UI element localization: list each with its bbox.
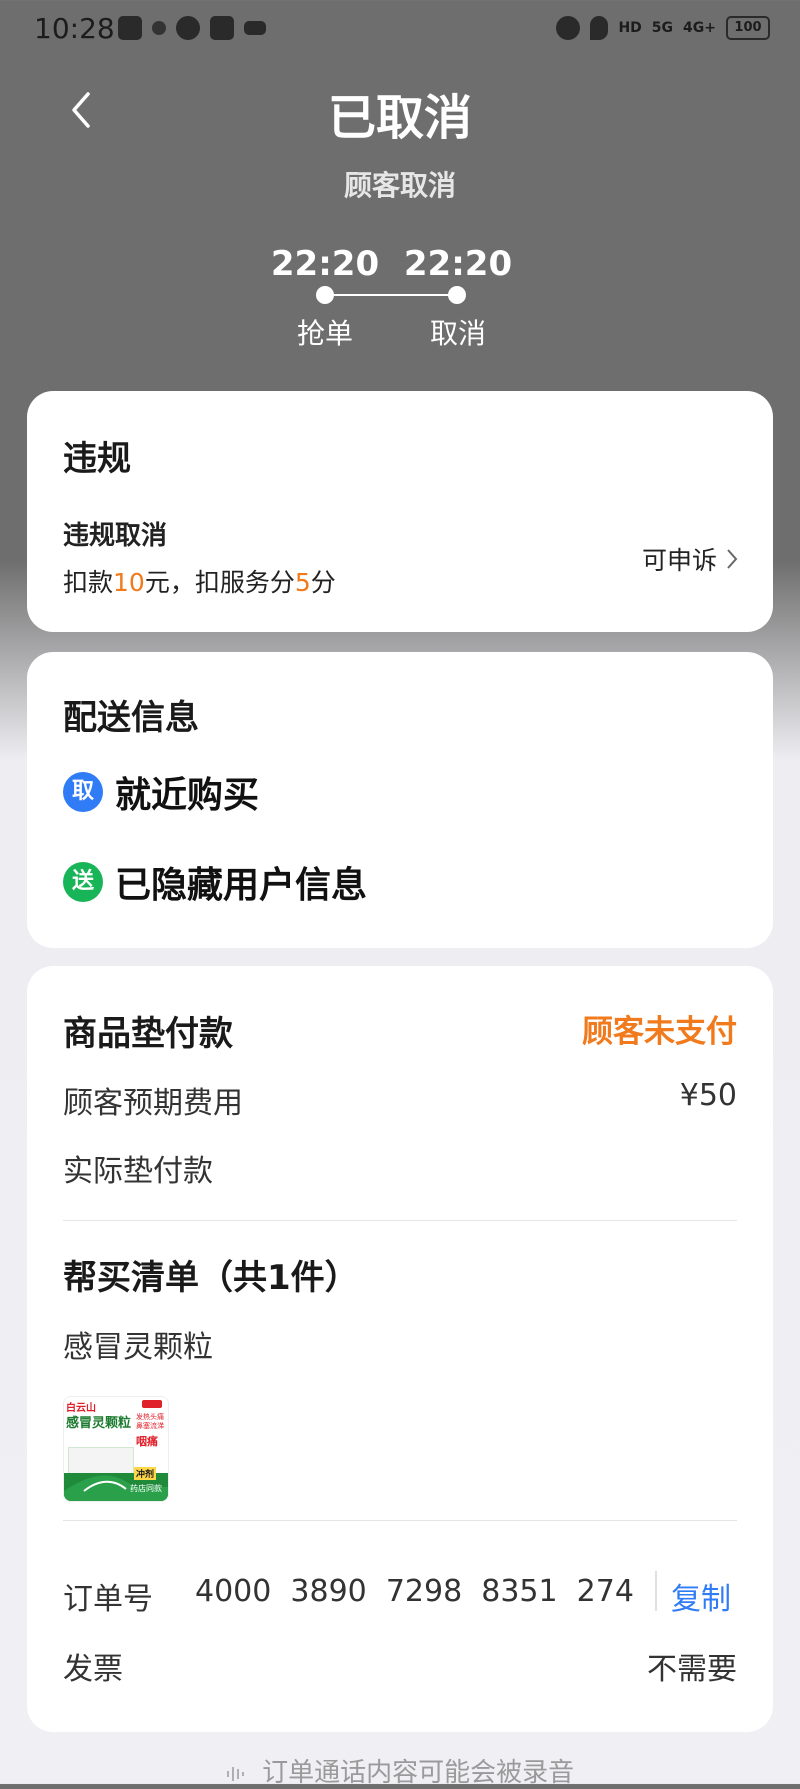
app-notification-icon (118, 16, 142, 40)
divider (63, 1220, 737, 1221)
product-tag-2: 鼻塞流涕 (136, 1422, 164, 1430)
divider (63, 1520, 737, 1521)
expected-fee-label: 顾客预期费用 (63, 1086, 243, 1121)
deduct-score: 5 (294, 568, 311, 597)
alarm-icon (556, 16, 581, 40)
signal-5g-icon: 5G (651, 20, 674, 36)
copy-button[interactable]: 复制 (671, 1574, 731, 1618)
shopping-list-title: 帮买清单（共1件） (63, 1258, 359, 1298)
appeal-button[interactable]: 可申诉 (642, 541, 739, 577)
timeline-time-cancel: 22:20 (403, 244, 513, 284)
chevron-right-icon (727, 549, 738, 569)
product-tag-1: 发热头痛 (136, 1413, 164, 1421)
delivery-title: 配送信息 (63, 698, 199, 738)
location-icon (590, 16, 609, 40)
battery-icon: 100 (726, 16, 770, 40)
payment-status: 顾客未支付 (582, 1014, 737, 1050)
appeal-label: 可申诉 (641, 546, 717, 575)
invoice-label: 发票 (63, 1652, 123, 1687)
sound-wave-icon (226, 1766, 244, 1781)
copy-separator (655, 1571, 657, 1611)
deliver-badge: 送 (63, 862, 103, 902)
delivery-card: 配送信息 取 就近购买 送 已隐藏用户信息 (27, 652, 773, 948)
violation-detail-suffix: 分 (310, 568, 336, 597)
product-tag-3: 咽痛 (136, 1435, 158, 1448)
item-name: 感冒灵颗粒 (63, 1330, 213, 1365)
deduct-amount: 10 (113, 568, 145, 597)
timeline-time-grab: 22:20 (270, 244, 380, 284)
order-timeline: 22:20 22:20 抢单 取消 (0, 244, 800, 354)
violation-detail-middle: 元，扣服务分 (144, 568, 295, 597)
violation-type: 违规取消 (63, 521, 168, 551)
recording-notice: 订单通话内容可能会被录音 (0, 1752, 800, 1789)
cancel-reason: 顾客取消 (343, 169, 456, 202)
product-type: 冲剂 (134, 1467, 157, 1480)
timeline-label-cancel: 取消 (429, 317, 486, 350)
violation-card: 违规 违规取消 扣款10元，扣服务分5分 可申诉 (27, 391, 773, 632)
status-left-icons (118, 16, 266, 40)
timeline-dot (448, 286, 466, 304)
capcut-icon (210, 16, 234, 40)
violation-title: 违规 (63, 439, 131, 479)
timeline-line (332, 294, 456, 296)
product-note: 药店同款 (130, 1484, 162, 1493)
expected-fee-value: ¥50 (679, 1078, 737, 1113)
violation-detail-prefix: 扣款 (63, 568, 114, 597)
actual-advance-label: 实际垫付款 (63, 1154, 213, 1189)
pickup-badge: 取 (63, 772, 103, 812)
timeline-label-grab: 抢单 (296, 317, 353, 350)
deliver-text: 已隐藏用户信息 (115, 865, 368, 906)
hd-icon: HD (618, 20, 642, 36)
bird-app-icon (244, 21, 266, 35)
product-image[interactable]: 白云山 感冒灵颗粒 发热头痛 鼻塞流涕 咽痛 冲剂 药店同款 (63, 1396, 169, 1502)
invoice-value: 不需要 (647, 1652, 737, 1687)
goods-title: 商品垫付款 (63, 1014, 233, 1054)
signal-4g-icon: 4G+ (683, 20, 716, 36)
order-number-label: 订单号 (63, 1582, 153, 1617)
product-name: 感冒灵颗粒 (66, 1416, 132, 1431)
pickup-text: 就近购买 (115, 775, 260, 816)
order-number-value: 4000 3890 7298 8351 274 (195, 1574, 634, 1609)
status-bar: 10:28 HD 5G 4G+ 100 (0, 0, 800, 62)
violation-detail: 扣款10元，扣服务分5分 (63, 563, 336, 599)
status-time: 10:28 (34, 12, 115, 45)
wechat-icon (176, 16, 200, 40)
page-title: 已取消 (327, 90, 472, 146)
goods-card: 商品垫付款 顾客未支付 顾客预期费用 ¥50 实际垫付款 帮买清单（共1件） 感… (27, 966, 773, 1732)
status-right-icons: HD 5G 4G+ 100 (556, 16, 770, 40)
location-arrow-icon (152, 21, 166, 35)
